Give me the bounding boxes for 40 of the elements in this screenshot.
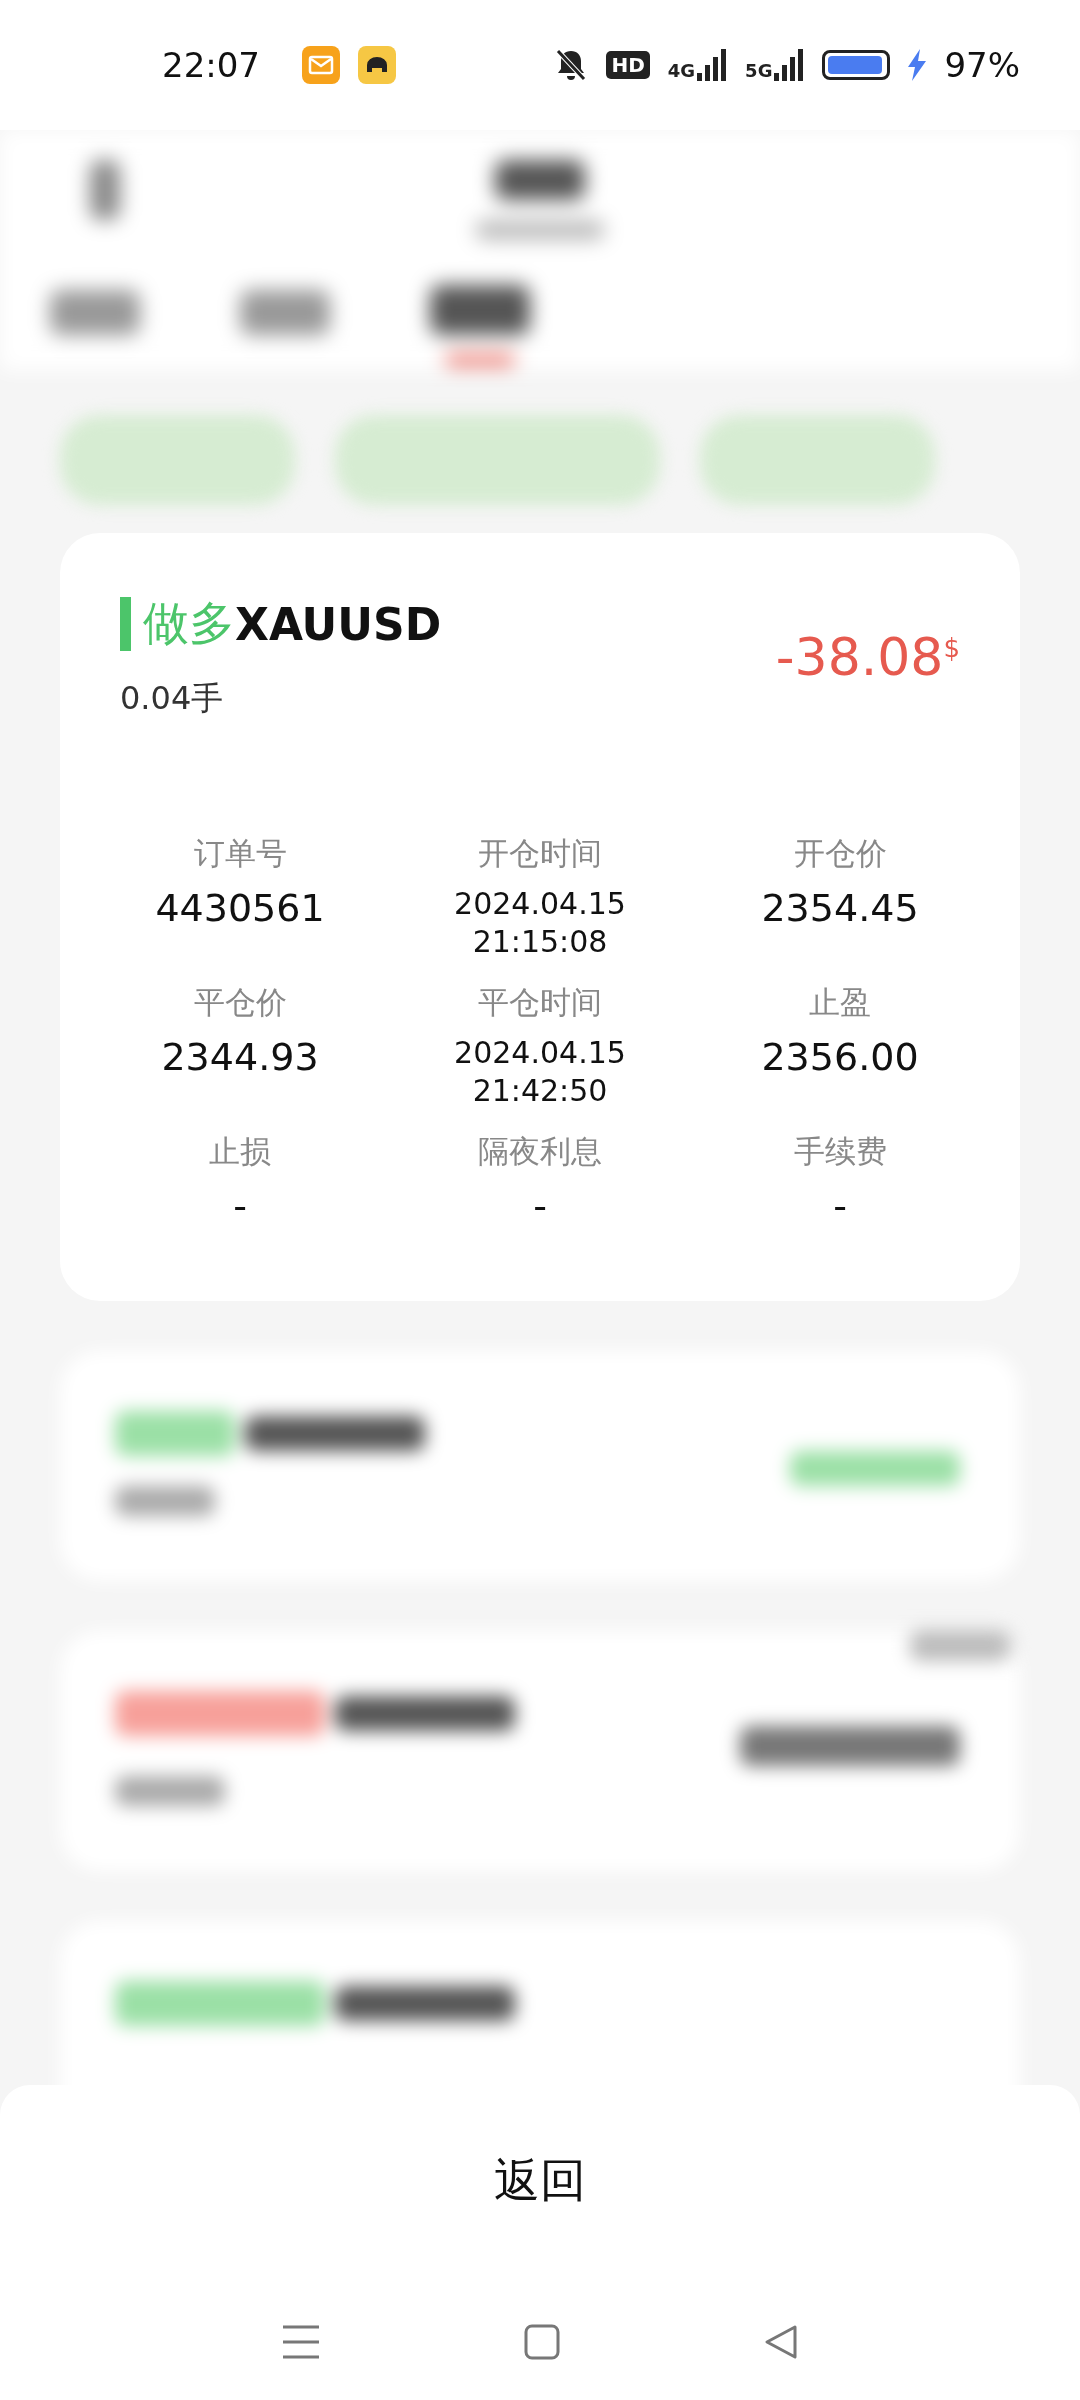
field-label: 订单号 — [193, 834, 287, 873]
car-app-icon — [358, 46, 396, 84]
order-volume: 0.04手 — [120, 678, 225, 719]
status-time: 22:07 — [162, 45, 260, 85]
field-label: 平仓价 — [193, 983, 287, 1022]
field-value: 21:42:50 — [472, 1071, 608, 1109]
home-icon[interactable] — [524, 2324, 560, 2360]
mail-app-icon — [302, 46, 340, 84]
battery-percent: 97% — [944, 45, 1020, 85]
network-label: 5G — [745, 60, 773, 81]
field-value: 21:15:08 — [472, 922, 608, 960]
field-label: 开仓价 — [793, 834, 887, 873]
order-side: 做多 — [143, 595, 235, 652]
field-value: 2024.04.15 — [454, 1034, 626, 1072]
field-value: 2354.45 — [761, 885, 919, 932]
field-value: 4430561 — [155, 885, 325, 932]
field-label: 开仓时间 — [478, 834, 602, 873]
field-value: - — [533, 1183, 547, 1230]
back-button[interactable]: 返回 — [474, 2140, 606, 2222]
signal-icon — [697, 49, 728, 81]
field-label: 隔夜利息 — [478, 1132, 602, 1171]
menu-icon[interactable] — [281, 2324, 322, 2360]
field-value: - — [233, 1183, 247, 1230]
field-label: 手续费 — [793, 1132, 887, 1171]
field-value: - — [833, 1183, 847, 1230]
field-label: 止盈 — [809, 983, 871, 1022]
side-marker — [120, 597, 131, 651]
field-value: 2344.93 — [161, 1034, 319, 1081]
field-label: 止损 — [209, 1132, 271, 1171]
network-label: 4G — [667, 60, 696, 81]
order-symbol: XAUUSD — [235, 598, 442, 650]
charging-icon — [908, 49, 927, 81]
field-value: 2356.00 — [761, 1034, 919, 1081]
field-label: 平仓时间 — [478, 983, 602, 1022]
order-profit: -38.08$^{$}$ — [775, 627, 960, 687]
signal-icon — [774, 49, 805, 81]
back-icon[interactable] — [762, 2324, 799, 2360]
hd-badge: HD — [606, 51, 650, 79]
field-value: 2024.04.15 — [454, 885, 626, 923]
battery-icon — [822, 50, 891, 80]
